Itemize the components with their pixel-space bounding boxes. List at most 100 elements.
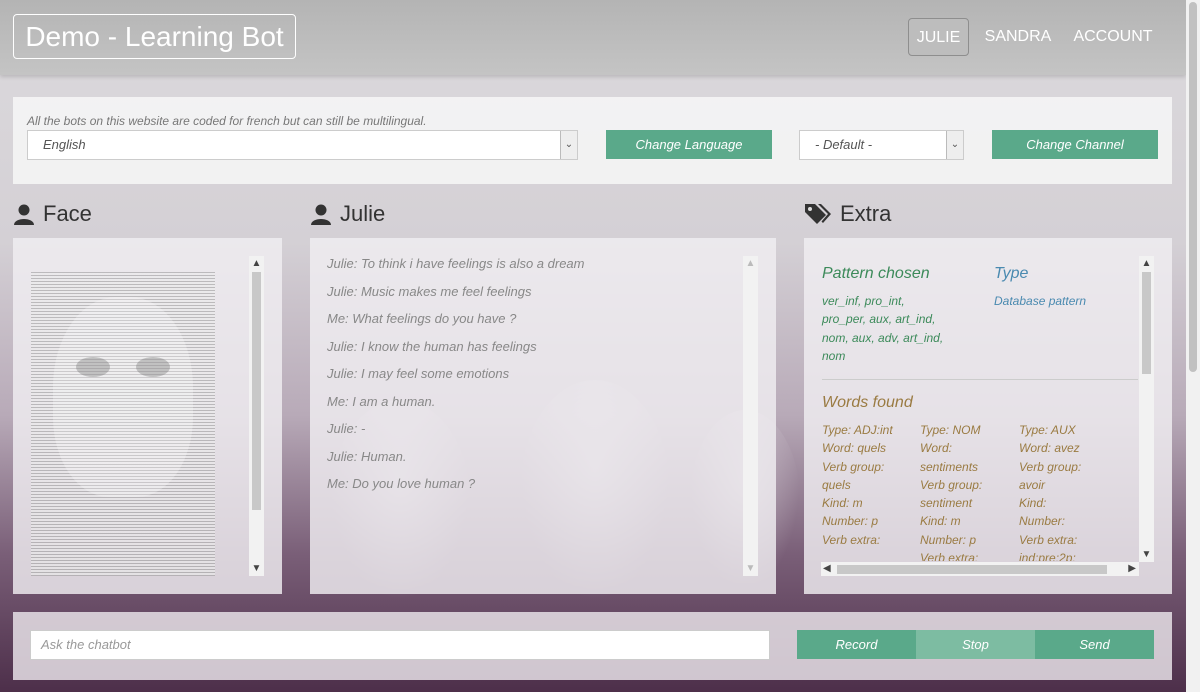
word-line: Verb extra: xyxy=(920,551,979,561)
face-scrollbar-thumb[interactable] xyxy=(252,272,261,510)
face-eye xyxy=(76,357,110,377)
word-card: Type: NOM Word: sentiments Verb group: s… xyxy=(920,421,1012,561)
word-line: sentiment xyxy=(920,496,973,511)
extra-panel: Pattern chosen ver_inf, pro_int, pro_per… xyxy=(804,238,1172,594)
word-line: Number: p xyxy=(920,532,977,547)
type-heading: Type xyxy=(994,265,1029,282)
word-line: avoir xyxy=(1019,477,1046,492)
word-line: Verb group: xyxy=(920,477,983,492)
chat-message: Julie: Human. xyxy=(327,448,407,464)
pattern-line: nom xyxy=(822,348,846,363)
extra-horizontal-thumb[interactable] xyxy=(837,565,1107,574)
scroll-up-icon[interactable]: ▲ xyxy=(743,256,758,271)
change-channel-button[interactable]: Change Channel xyxy=(992,130,1158,159)
extra-heading-label: Extra xyxy=(840,201,892,226)
extra-divider xyxy=(822,379,1138,380)
page-scrollbar-thumb[interactable] xyxy=(1189,2,1197,372)
extra-scrollbar-thumb[interactable] xyxy=(1142,272,1151,374)
face-scrollbar[interactable]: ▲ ▼ xyxy=(249,256,264,576)
face-heading-label: Face xyxy=(43,201,92,226)
word-line: Word: quels xyxy=(822,441,887,456)
nav-account[interactable]: ACCOUNT xyxy=(1070,18,1156,56)
word-line: ind:pre:2p; xyxy=(1019,551,1076,561)
word-line: quels xyxy=(822,477,851,492)
scroll-left-icon[interactable]: ◀ xyxy=(823,562,831,576)
word-line: Verb group: xyxy=(822,459,885,474)
word-line: Number: p xyxy=(822,514,879,529)
scroll-down-icon[interactable]: ▼ xyxy=(1139,547,1154,562)
stop-button[interactable]: Stop xyxy=(916,630,1035,659)
scroll-down-icon[interactable]: ▼ xyxy=(743,561,758,576)
chat-heading-label: Julie xyxy=(340,201,386,226)
word-line: Kind: m xyxy=(920,514,961,529)
word-line: Type: AUX xyxy=(1019,423,1076,437)
extra-heading: Extra xyxy=(804,201,891,227)
type-value: Database pattern xyxy=(994,294,1087,308)
word-card: Type: AUX Word: avez Verb group: avoir K… xyxy=(1019,421,1119,561)
chat-message: Julie: - xyxy=(327,421,366,436)
record-button[interactable]: Record xyxy=(797,630,916,659)
face-heading: Face xyxy=(13,201,92,227)
word-card: Type: ADJ:int Word: quels Verb group: qu… xyxy=(822,421,914,549)
words-found-heading: Words found xyxy=(822,394,913,411)
pattern-chosen-value: ver_inf, pro_int, pro_per, aux, art_ind,… xyxy=(822,292,943,365)
language-bar: All the bots on this website are coded f… xyxy=(13,97,1172,184)
language-select[interactable]: English ⌄ xyxy=(27,130,578,160)
top-navbar: Demo - Learning Bot JULIE SANDRA ACCOUNT xyxy=(0,0,1186,75)
chat-message: Me: Do you love human ? xyxy=(327,476,476,491)
word-line: Verb extra: xyxy=(1019,532,1078,547)
face-panel: ▲ ▼ xyxy=(13,238,282,594)
chevron-down-icon[interactable]: ⌄ xyxy=(560,131,577,159)
user-icon xyxy=(14,204,34,225)
scroll-right-icon[interactable]: ▶ xyxy=(1128,562,1136,576)
page-scrollbar[interactable] xyxy=(1186,0,1200,692)
language-select-value: English xyxy=(43,137,86,152)
scroll-up-icon[interactable]: ▲ xyxy=(1139,256,1154,271)
pattern-chosen-heading: Pattern chosen xyxy=(822,265,930,282)
channel-select-value: - Default - xyxy=(815,137,873,152)
word-line: Type: NOM xyxy=(920,423,981,437)
nav-sandra[interactable]: SANDRA xyxy=(982,18,1054,56)
brand-logo[interactable]: Demo - Learning Bot xyxy=(13,14,296,59)
pattern-line: pro_per, aux, art_ind, xyxy=(822,312,936,327)
face-eye xyxy=(136,357,170,377)
chevron-down-icon[interactable]: ⌄ xyxy=(946,131,963,159)
word-line: Word: xyxy=(920,441,953,456)
chat-message: Me: What feelings do you have ? xyxy=(327,311,517,326)
multilingual-note: All the bots on this website are coded f… xyxy=(27,114,427,128)
word-line: Number: xyxy=(1019,514,1066,529)
scroll-down-icon[interactable]: ▼ xyxy=(249,561,264,576)
word-line: Verb extra: xyxy=(822,532,881,547)
face-shape xyxy=(53,297,193,497)
chat-message: Julie: To think i have feelings is also … xyxy=(327,256,585,271)
chat-message: Julie: I may feel some emotions xyxy=(327,366,510,381)
user-icon xyxy=(311,204,331,225)
ascii-face-art xyxy=(31,272,215,576)
message-list: Julie: To think i have feelings is also … xyxy=(327,256,585,504)
words-found-clip: Type: ADJ:int Word: quels Verb group: qu… xyxy=(822,421,1138,561)
word-line: Verb group: xyxy=(1019,459,1082,474)
channel-select[interactable]: - Default - ⌄ xyxy=(799,130,964,160)
word-line: Type: ADJ:int xyxy=(822,423,893,437)
chat-input-bar: Ask the chatbot Record Stop Send xyxy=(13,612,1172,680)
chat-heading: Julie xyxy=(310,201,385,227)
chat-message: Julie: I know the human has feelings xyxy=(327,338,537,354)
chat-input[interactable]: Ask the chatbot xyxy=(30,630,770,660)
send-button[interactable]: Send xyxy=(1035,630,1154,659)
extra-scrollbar[interactable]: ▲ ▼ xyxy=(1139,256,1154,562)
change-language-button[interactable]: Change Language xyxy=(606,130,772,159)
tags-icon xyxy=(805,204,831,224)
pattern-line: ver_inf, pro_int, xyxy=(822,294,905,308)
chat-panel: Julie: To think i have feelings is also … xyxy=(310,238,776,594)
word-line: Kind: m xyxy=(822,496,863,511)
chat-scrollbar[interactable]: ▲ ▼ xyxy=(743,256,758,576)
nav-julie[interactable]: JULIE xyxy=(908,18,969,56)
word-line: sentiments xyxy=(920,459,979,474)
word-line: Kind: xyxy=(1019,496,1047,511)
chat-message: Julie: Music makes me feel feelings xyxy=(327,283,532,299)
chat-message: Me: I am a human. xyxy=(327,393,436,409)
scroll-up-icon[interactable]: ▲ xyxy=(249,256,264,271)
extra-horizontal-scrollbar[interactable]: ◀ ▶ xyxy=(821,562,1139,576)
pattern-line: nom, aux, adv, art_ind, xyxy=(822,330,944,345)
word-line: Word: avez xyxy=(1019,441,1080,456)
